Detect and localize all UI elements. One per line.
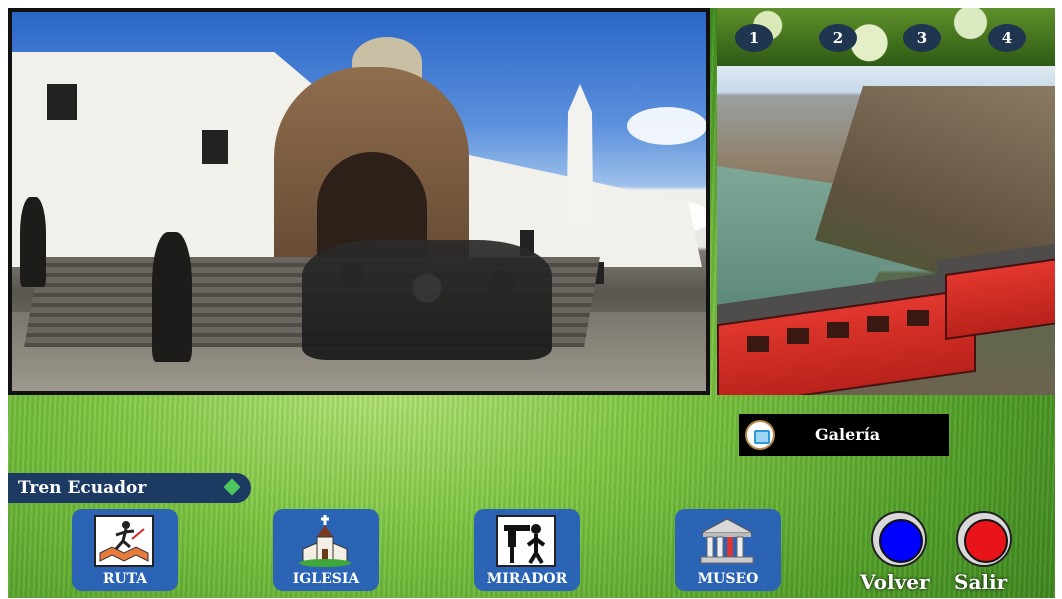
grass-background: 1 2 3 4 Galería Tren Ecuador RUTA IGLESI…	[8, 8, 1055, 598]
thumbnail-button-2[interactable]: 2	[819, 24, 857, 52]
marching-band	[302, 240, 552, 360]
gallery-button[interactable]: Galería	[739, 414, 949, 456]
app-window: 1 2 3 4 Galería Tren Ecuador RUTA IGLESI…	[0, 0, 1062, 599]
train-canyon-photo	[717, 66, 1055, 395]
nav-button-museo[interactable]: MUSEO	[675, 509, 781, 591]
route-map-icon	[94, 515, 154, 567]
museum-icon	[697, 515, 757, 567]
nav-button-iglesia[interactable]: IGLESIA	[273, 509, 379, 591]
nav-button-ruta[interactable]: RUTA	[72, 509, 178, 591]
thumbnail-button-1[interactable]: 1	[735, 24, 773, 52]
exit-label: Salir	[954, 570, 1008, 594]
diamond-icon	[223, 478, 241, 496]
nav-label-iglesia: IGLESIA	[292, 571, 360, 587]
section-title-tab: Tren Ecuador	[8, 473, 251, 503]
nav-label-mirador: MIRADOR	[486, 571, 568, 587]
back-button[interactable]	[871, 511, 927, 567]
camera-icon	[745, 420, 775, 450]
thumbnail-button-4[interactable]: 4	[988, 24, 1026, 52]
thumbnail-strip: 1 2 3 4	[717, 8, 1055, 66]
main-video-player[interactable]	[8, 8, 710, 395]
exit-circle-icon	[964, 519, 1008, 563]
exit-button[interactable]	[956, 511, 1012, 567]
thumbnail-button-3[interactable]: 3	[903, 24, 941, 52]
back-label: Volver	[860, 570, 930, 594]
nav-label-museo: MUSEO	[697, 571, 759, 587]
nav-button-mirador[interactable]: MIRADOR	[474, 509, 580, 591]
back-circle-icon	[879, 519, 923, 563]
nav-label-ruta: RUTA	[102, 571, 148, 587]
church-icon	[295, 515, 355, 567]
gallery-label: Galería	[815, 425, 881, 444]
section-title: Tren Ecuador	[18, 478, 147, 498]
binoculars-viewpoint-icon	[496, 515, 556, 567]
